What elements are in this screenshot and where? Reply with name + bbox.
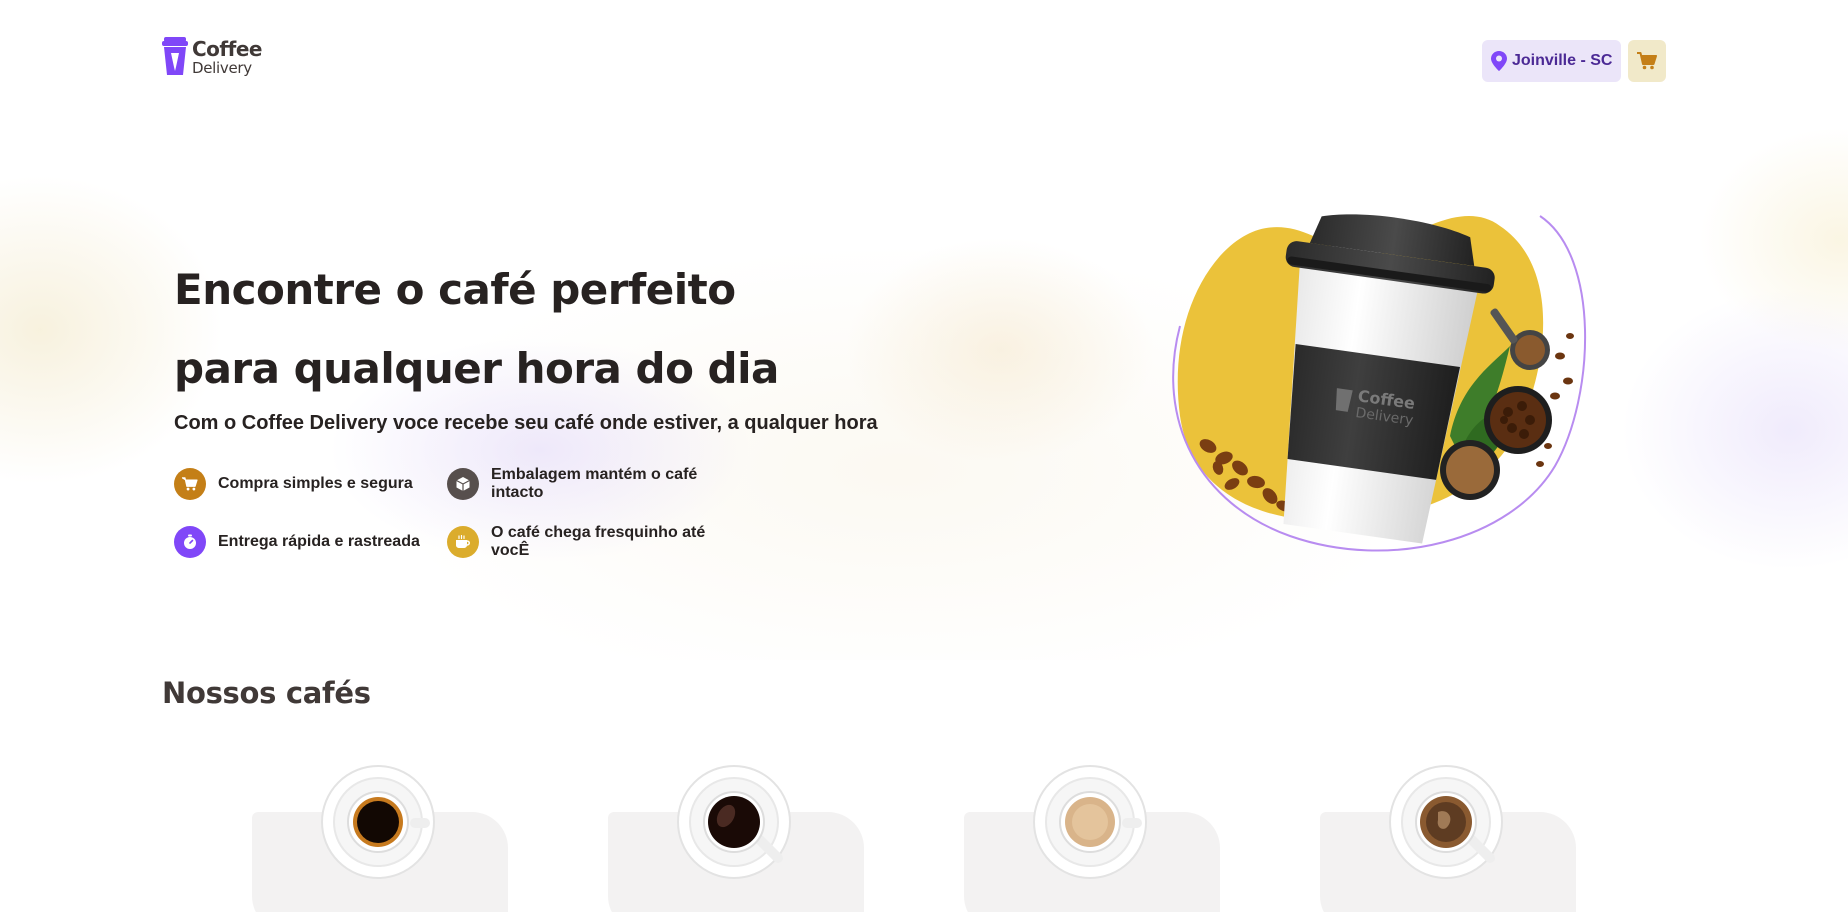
hero-title-line-2: para qualquer hora do dia — [174, 344, 779, 393]
shopping-cart-icon — [1637, 52, 1657, 70]
coffee-image-americano — [677, 765, 791, 879]
coffee-card[interactable] — [964, 765, 1220, 912]
location-button[interactable]: Joinville - SC — [1482, 40, 1622, 82]
package-icon — [447, 468, 479, 500]
logo-subtitle: Delivery — [192, 58, 252, 77]
section-title-coffees: Nossos cafés — [162, 676, 371, 710]
logo-title: Coffee — [192, 36, 262, 61]
coffee-image-espresso — [321, 765, 435, 879]
location-label: Joinville - SC — [1512, 52, 1613, 69]
benefit-item: Compra simples e segura — [174, 466, 447, 502]
coffee-list — [0, 765, 1848, 912]
header: Coffee Delivery Joinville - SC — [0, 0, 1848, 120]
benefit-label: Embalagem mantém o café intacto — [491, 466, 698, 501]
benefit-label: Compra simples e segura — [218, 475, 413, 492]
benefits-list: Compra simples e segura Embalagem mantém… — [174, 466, 794, 560]
logo[interactable]: Coffee Delivery — [162, 37, 262, 77]
logo-text: Coffee Delivery — [192, 39, 262, 76]
coffee-image-latte — [1033, 765, 1147, 879]
map-pin-icon — [1491, 51, 1507, 71]
benefit-label: Entrega rápida e rastreada — [218, 533, 420, 550]
benefit-item: Embalagem mantém o café intacto — [447, 466, 747, 502]
coffee-cup-illustration: Coffee Delivery — [1172, 214, 1586, 552]
hero-subtitle: Com o Coffee Delivery voce recebe seu ca… — [174, 412, 878, 434]
coffee-card[interactable] — [1320, 765, 1576, 912]
hero-title: Encontre o café perfeito para qualquer h… — [174, 250, 974, 408]
timer-icon — [174, 526, 206, 558]
benefit-item: O café chega fresquinho até vocÊ — [447, 524, 747, 560]
coffee-card[interactable] — [608, 765, 864, 912]
benefit-item: Entrega rápida e rastreada — [174, 524, 447, 560]
coffee-icon — [447, 526, 479, 558]
shopping-cart-icon — [174, 468, 206, 500]
hero-title-line-1: Encontre o café perfeito — [174, 265, 736, 314]
coffee-card[interactable] — [252, 765, 508, 912]
coffee-cup-logo-icon — [162, 37, 188, 75]
benefit-label: O café chega fresquinho até vocÊ — [491, 524, 706, 559]
hero-section: Encontre o café perfeito para qualquer h… — [0, 120, 1848, 660]
coffee-image-cappuccino — [1389, 765, 1503, 879]
cart-button[interactable] — [1628, 40, 1666, 82]
